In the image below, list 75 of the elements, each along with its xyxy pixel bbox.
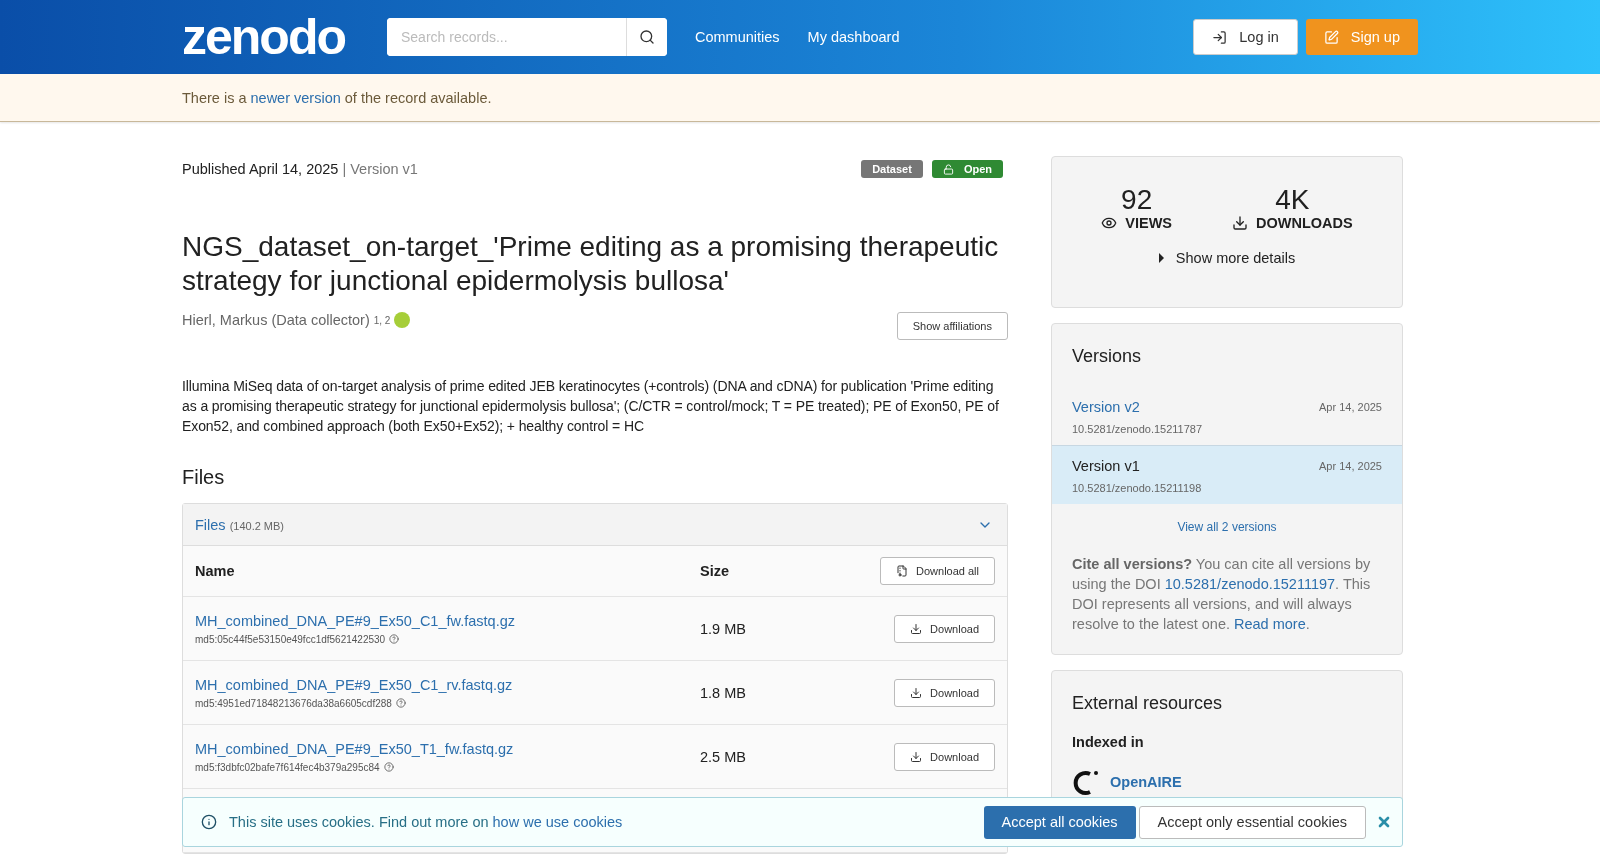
download-button[interactable]: Download xyxy=(894,614,995,643)
version-date: Apr 14, 2025 xyxy=(1319,401,1382,413)
cookie-policy-link[interactable]: how we use cookies xyxy=(492,814,623,830)
download-icon xyxy=(910,686,923,699)
download-button[interactable]: Download xyxy=(894,678,995,707)
checksum: md5:05c44f5e53150e49fcc1df5621422530 xyxy=(195,633,700,645)
cite-text: Cite all versions? You can cite all versions by using the DOI 10.5281/zenodo.15211197. This DOI represents all versions, and will always resolve to the latest one. Read more. xyxy=(1072,555,1372,634)
help-icon xyxy=(395,698,406,708)
download-icon xyxy=(1232,215,1249,231)
panel-header[interactable]: Files (140.2 MB) xyxy=(183,504,1007,546)
openaire-logo-icon xyxy=(1072,768,1100,796)
version-label: | Version v1 xyxy=(342,161,418,177)
record-title: NGS_dataset_on-target_'Prime editing as a promising therapeutic strategy for junctional epidermolysis bullosa' xyxy=(182,230,1000,298)
orcid-icon xyxy=(394,312,411,328)
stat-label: VIEWS xyxy=(1101,215,1173,231)
view-all-link[interactable]: View all 2 versions xyxy=(1052,520,1402,534)
version-doi: 10.5281/zenodo.15211787 xyxy=(1072,423,1204,435)
version-link[interactable]: Version v1 xyxy=(1072,458,1140,474)
notice-text: There is a xyxy=(182,89,248,106)
publish-date: Published April 14, 2025 xyxy=(182,161,339,177)
file-size: 2.5 MB xyxy=(700,748,747,765)
accept-all-button[interactable]: Accept all cookies xyxy=(983,805,1136,839)
login-button[interactable]: Log in xyxy=(1193,19,1298,55)
read-more-link[interactable]: Read more xyxy=(1234,616,1306,632)
checksum: md5:4951ed71848213676da38a6605cdf288 xyxy=(195,697,700,709)
section-heading: Files xyxy=(182,466,226,489)
help-icon xyxy=(383,762,394,772)
file-size: 1.8 MB xyxy=(700,684,747,701)
access-badge: Open xyxy=(931,160,1003,178)
version-item[interactable]: Version v2 Apr 14, 2025 10.5281/zenodo.15211787 xyxy=(1052,387,1402,445)
file-link[interactable]: MH_combined_DNA_PE#9_Ex50_T1_fw.fastq.gz xyxy=(195,740,700,757)
accept-essential-button[interactable]: Accept only essential cookies xyxy=(1138,805,1366,839)
info-icon xyxy=(201,814,217,830)
show-more-details[interactable]: Show more details xyxy=(1152,249,1302,267)
file-link[interactable]: MH_combined_DNA_PE#9_Ex50_C1_fw.fastq.gz xyxy=(195,612,700,629)
file-link[interactable]: MH_combined_DNA_PE#9_Ex50_C1_rv.fastq.gz xyxy=(195,676,700,693)
search-button[interactable] xyxy=(626,18,667,56)
notice-text: of the record available. xyxy=(343,89,492,106)
nav-link[interactable]: Communities xyxy=(695,29,780,45)
download-icon xyxy=(910,622,923,635)
stat-value: 92 xyxy=(1121,185,1153,215)
stat-label: DOWNLOADS xyxy=(1232,215,1353,231)
card-title: Versions xyxy=(1072,346,1143,367)
eye-icon xyxy=(1101,215,1118,231)
description: Illumina MiSeq data of on-target analysis of prime edited JEB keratinocytes (+controls) (DNA and cDNA) for publication 'Prime editing as a promising therapeutic strategy for junctional epidermolysis bullosa'; (C/CTR = control/mock; T = PE treated); PE of Exon50, PE of Exon52, and combined approach (both Ex50+Ex52); + healthy control = HC xyxy=(182,377,1000,436)
download-icon xyxy=(910,750,923,763)
card-title: External resources xyxy=(1072,693,1224,714)
download-all-button[interactable]: Download all xyxy=(880,557,995,585)
cookie-text: This site uses cookies. Find out more on xyxy=(229,814,490,830)
openaire-link[interactable]: OpenAIRE xyxy=(1110,774,1182,790)
type-badge: Dataset xyxy=(861,160,923,178)
logo: zenodo xyxy=(182,12,345,62)
login-icon xyxy=(1212,29,1228,45)
nav-link[interactable]: My dashboard xyxy=(807,29,900,45)
show-affiliations-button[interactable]: Show affiliations xyxy=(896,312,1008,340)
file-size: 1.9 MB xyxy=(700,620,747,637)
stat-value: 4K xyxy=(1275,185,1310,215)
help-icon xyxy=(389,634,400,644)
checksum: md5:f3dbfc02bafe7f614fec4b379a295c84 xyxy=(195,761,700,773)
pencil-icon xyxy=(1323,29,1339,45)
panel-title[interactable]: Files xyxy=(195,516,226,533)
version-item[interactable]: Version v1 Apr 14, 2025 10.5281/zenodo.15211198 xyxy=(1052,445,1402,504)
version-doi: 10.5281/zenodo.15211198 xyxy=(1072,482,1203,494)
column-header: Size xyxy=(700,563,730,579)
version-date: Apr 14, 2025 xyxy=(1319,460,1382,472)
newer-version-link[interactable]: newer version xyxy=(250,89,341,106)
download-button[interactable]: Download xyxy=(894,742,995,771)
total-size: (140.2 MB) xyxy=(229,519,285,532)
search-icon xyxy=(639,29,655,45)
version-link[interactable]: Version v2 xyxy=(1072,399,1140,415)
search-field[interactable]: Search records... xyxy=(387,18,667,56)
doi-link[interactable]: 10.5281/zenodo.15211197 xyxy=(1164,576,1336,592)
indexed-label: Indexed in xyxy=(1072,734,1145,750)
column-header: Name xyxy=(195,563,236,579)
file-icon xyxy=(896,565,908,577)
